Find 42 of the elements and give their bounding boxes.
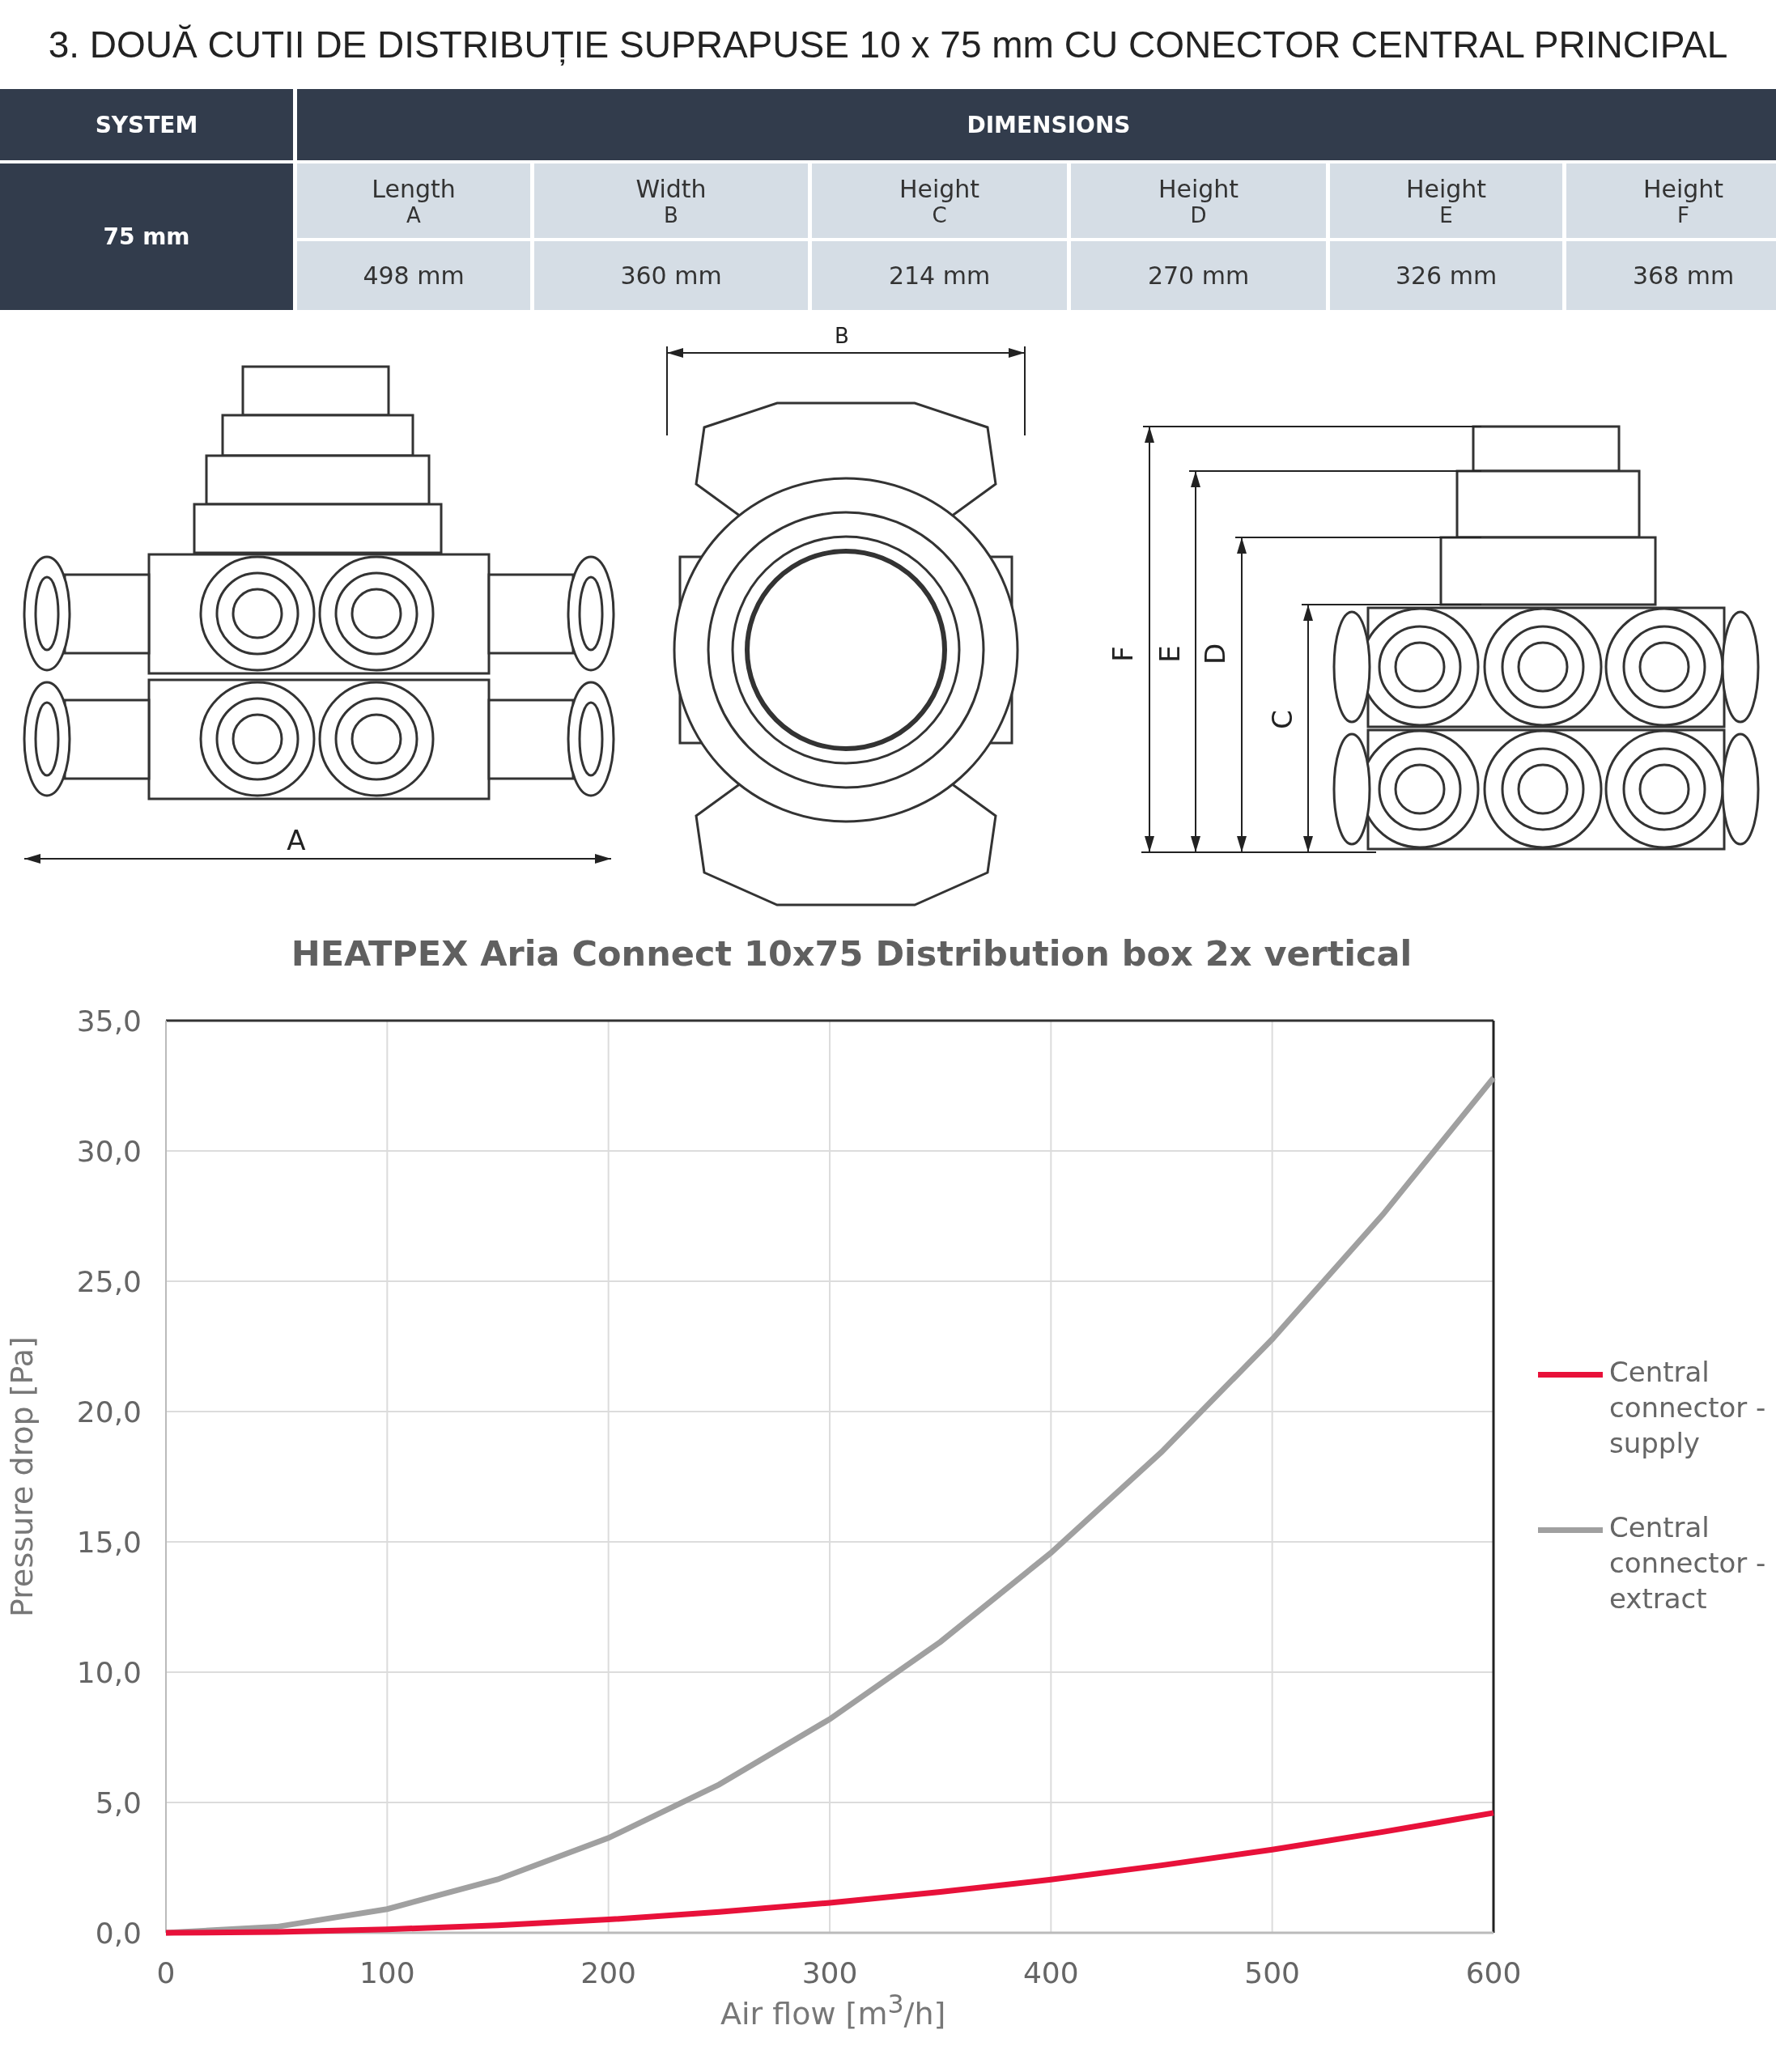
table-cell: 360 mm — [534, 241, 808, 310]
x-tick-label: 500 — [1244, 1956, 1301, 1989]
dimension-label: B — [835, 324, 849, 348]
dimension-label: E — [1154, 645, 1186, 663]
y-tick-label: 5,0 — [95, 1786, 142, 1819]
table-cell: 498 mm — [297, 241, 530, 310]
x-tick-label: 400 — [1022, 1956, 1079, 1989]
table-cell: Width B — [534, 163, 808, 238]
table-cell: 326 mm — [1330, 241, 1562, 310]
table-cell: Height C — [812, 163, 1067, 238]
dimension-label: F — [1107, 646, 1139, 662]
dimension-label: A — [287, 824, 306, 856]
legend-label: Central connector - supply — [1609, 1355, 1767, 1461]
x-tick-label: 0 — [156, 1956, 176, 1989]
y-tick-label: 20,0 — [76, 1395, 142, 1429]
legend-label: Central connector - extract — [1609, 1510, 1767, 1616]
page-title: 3. DOUĂ CUTII DE DISTRIBUȚIE SUPRAPUSE 10 x 75 mm CU CONECTOR CENTRAL PRINCIPAL — [47, 23, 1729, 67]
table-cell: 368 mm — [1566, 241, 1776, 310]
y-tick-label: 0,0 — [95, 1917, 142, 1950]
table-cell: 214 mm — [812, 241, 1067, 310]
x-axis-label: Air flow [m$^{3}$/h] — [720, 1989, 946, 2032]
x-tick-label: 200 — [580, 1956, 637, 1989]
dimension-label: C — [1266, 710, 1298, 729]
y-tick-label: 25,0 — [76, 1265, 142, 1298]
table-cell: Length A — [297, 163, 530, 238]
column-header: DIMENSIONS — [297, 89, 1776, 160]
table-cell: Height D — [1071, 163, 1326, 238]
y-tick-label: 35,0 — [76, 1004, 142, 1038]
y-tick-label: 15,0 — [76, 1526, 142, 1559]
y-tick-label: 10,0 — [76, 1656, 142, 1689]
y-tick-label: 30,0 — [76, 1135, 142, 1168]
table-cell: 75 mm — [0, 163, 293, 310]
chart-title: HEATPEX Aria Connect 10x75 Distribution box 2x vertical — [290, 933, 1413, 975]
dimension-label: D — [1199, 643, 1231, 665]
table-cell: 270 mm — [1071, 241, 1326, 310]
column-header: SYSTEM — [0, 89, 293, 160]
table-cell: Height E — [1330, 163, 1562, 238]
x-tick-label: 300 — [801, 1956, 858, 1989]
x-tick-label: 100 — [359, 1956, 415, 1989]
table-cell: Height F — [1566, 163, 1776, 238]
y-axis-label: Pressure drop [Pa] — [4, 1336, 40, 1617]
x-tick-label: 600 — [1465, 1956, 1522, 1989]
